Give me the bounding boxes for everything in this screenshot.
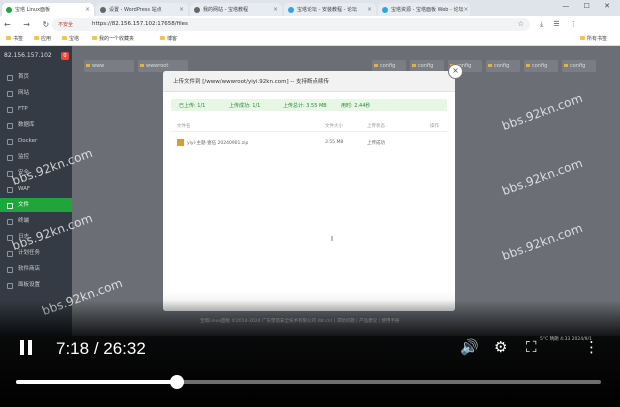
address-bar: ← → ↻ 不安全 https://82.156.157.102:17658/f… bbox=[0, 16, 620, 33]
close-tab-icon[interactable]: × bbox=[367, 6, 372, 13]
sidebar-item-website[interactable]: 网站 bbox=[0, 86, 72, 100]
duration: 26:32 bbox=[103, 339, 146, 358]
column-header: 操作 bbox=[430, 124, 439, 129]
server-ip: 82.156.157.102 bbox=[4, 52, 52, 59]
close-tab-icon[interactable]: × bbox=[463, 6, 468, 13]
site-favicon-icon bbox=[100, 6, 106, 13]
sidebar-item-cron[interactable]: 计划任务 bbox=[0, 246, 72, 260]
bookmarks-bar: 书签 应用 宝塔 我的一个收藏夹 博客 所有书签 bbox=[0, 33, 620, 46]
bookmark-item[interactable]: 宝塔 bbox=[62, 35, 79, 42]
browser-tab[interactable]: 宝塔资源 - 宝塔面板 Web - 论坛 × bbox=[378, 3, 470, 16]
bookmark-item[interactable]: 我的一个收藏夹 bbox=[92, 35, 134, 42]
forum-favicon-icon bbox=[382, 6, 388, 13]
sidebar-item-ftp[interactable]: FTP bbox=[0, 102, 72, 116]
upload-status: 上传成功 bbox=[367, 141, 385, 146]
column-header: 上传状态 bbox=[367, 124, 385, 129]
folder-tab[interactable]: config bbox=[562, 60, 596, 72]
more-icon[interactable]: ⋮ bbox=[584, 338, 599, 356]
browser-tab[interactable]: 设置 - WordPress 站点 × bbox=[96, 3, 188, 16]
pause-button[interactable] bbox=[18, 340, 34, 356]
sidebar-item-store[interactable]: 软件商店 bbox=[0, 262, 72, 276]
pause-icon bbox=[28, 340, 32, 355]
dialog-close-icon[interactable]: × bbox=[448, 64, 463, 79]
bookmark-item[interactable]: 应用 bbox=[34, 35, 51, 42]
all-bookmarks[interactable]: 所有书签 bbox=[580, 35, 607, 42]
browser-toolbar-icons[interactable]: ⤓ ☰ ⋮ bbox=[540, 20, 581, 29]
close-tab-icon[interactable]: × bbox=[273, 6, 278, 13]
pause-icon bbox=[20, 340, 24, 355]
nav-buttons[interactable]: ← → ↻ bbox=[4, 20, 54, 29]
sidebar-item-settings[interactable]: 面板设置 bbox=[0, 278, 72, 292]
bookmark-star-icon[interactable]: ☆ bbox=[518, 20, 524, 28]
elapsed-time: 用时: 2.44秒 bbox=[341, 103, 371, 109]
browser-tab[interactable]: 我的网站 - 宝塔教程 × bbox=[190, 3, 282, 16]
column-header: 文件名 bbox=[177, 124, 191, 129]
file-name: yiyi-主题-壹伍 20240901.zip bbox=[187, 141, 249, 146]
fullscreen-icon[interactable]: ⛶ bbox=[526, 338, 537, 356]
column-header: 文件大小 bbox=[325, 124, 343, 129]
browser-tabstrip: 宝塔 Linux面板 × 设置 - WordPress 站点 × 我的网站 - 宝塔… bbox=[0, 0, 620, 16]
insecure-label: 不安全 bbox=[58, 22, 74, 28]
success-count: 上传成功: 1/1 bbox=[229, 103, 261, 109]
zip-file-icon bbox=[177, 139, 184, 146]
playback-time: 7:18 / 26:32 bbox=[56, 339, 146, 358]
upload-table-header: 文件名 文件大小 上传状态 操作 bbox=[171, 121, 447, 132]
sidebar-item-database[interactable]: 数据库 bbox=[0, 118, 72, 132]
folder-tab[interactable]: config bbox=[524, 60, 558, 72]
uploaded-count: 已上传: 1/1 bbox=[179, 103, 206, 109]
file-size: 3.55 MB bbox=[325, 140, 344, 145]
total-size: 上传总计: 3.55 MB bbox=[283, 103, 327, 109]
close-tab-icon[interactable]: × bbox=[85, 6, 90, 13]
table-row: yiyi-主题-壹伍 20240901.zip 3.55 MB 上传成功 bbox=[171, 137, 447, 149]
forum-favicon-icon bbox=[288, 6, 294, 13]
browser-tab[interactable]: 宝塔论坛 - 安装教程 - 论坛 × bbox=[284, 3, 376, 16]
current-time: 7:18 bbox=[56, 339, 90, 358]
notification-badge[interactable]: 0 bbox=[61, 52, 69, 60]
dialog-title: 上传文件到 [/www/wwwroot/yiyi.92kn.com] -- 支持… bbox=[173, 79, 330, 85]
upload-summary: 已上传: 1/1 上传成功: 1/1 上传总计: 3.55 MB 用时: 2.4… bbox=[171, 99, 447, 111]
sidebar-item-files[interactable]: 文件 bbox=[0, 198, 72, 212]
upload-dialog: 上传文件到 [/www/wwwroot/yiyi.92kn.com] -- 支持… bbox=[163, 71, 455, 311]
seek-handle[interactable] bbox=[170, 375, 184, 389]
window-controls[interactable]: — ☐ ✕ bbox=[562, 2, 616, 10]
close-tab-icon[interactable]: × bbox=[179, 6, 184, 13]
browser-tab[interactable]: 宝塔 Linux面板 × bbox=[2, 3, 94, 16]
url-input[interactable]: 不安全 https://82.156.157.102:17658/files ☆ bbox=[52, 18, 530, 31]
sidebar-item-waf[interactable]: WAF bbox=[0, 182, 72, 196]
panel-sidebar: 82.156.157.102 0 首页 网站 FTP 数据库 Docker 监控… bbox=[0, 46, 72, 336]
url-text: https://82.156.157.102:17658/files bbox=[92, 21, 188, 27]
site-favicon-icon bbox=[194, 6, 200, 13]
sidebar-item-home[interactable]: 首页 bbox=[0, 70, 72, 84]
volume-icon[interactable]: 🔊 bbox=[460, 338, 479, 356]
sidebar-item-docker[interactable]: Docker bbox=[0, 134, 72, 148]
mouse-cursor-icon: I bbox=[331, 235, 334, 243]
dialog-title-bar: 上传文件到 [/www/wwwroot/yiyi.92kn.com] -- 支持… bbox=[163, 71, 455, 92]
folder-tab[interactable]: config bbox=[486, 60, 520, 72]
bookmark-item[interactable]: 博客 bbox=[160, 35, 177, 42]
settings-icon[interactable]: ⚙ bbox=[494, 338, 507, 356]
bookmark-item[interactable]: 书签 bbox=[6, 35, 23, 42]
panel-favicon-icon bbox=[6, 6, 12, 13]
seek-bar-played bbox=[16, 380, 177, 384]
folder-tab[interactable]: www bbox=[84, 60, 134, 72]
